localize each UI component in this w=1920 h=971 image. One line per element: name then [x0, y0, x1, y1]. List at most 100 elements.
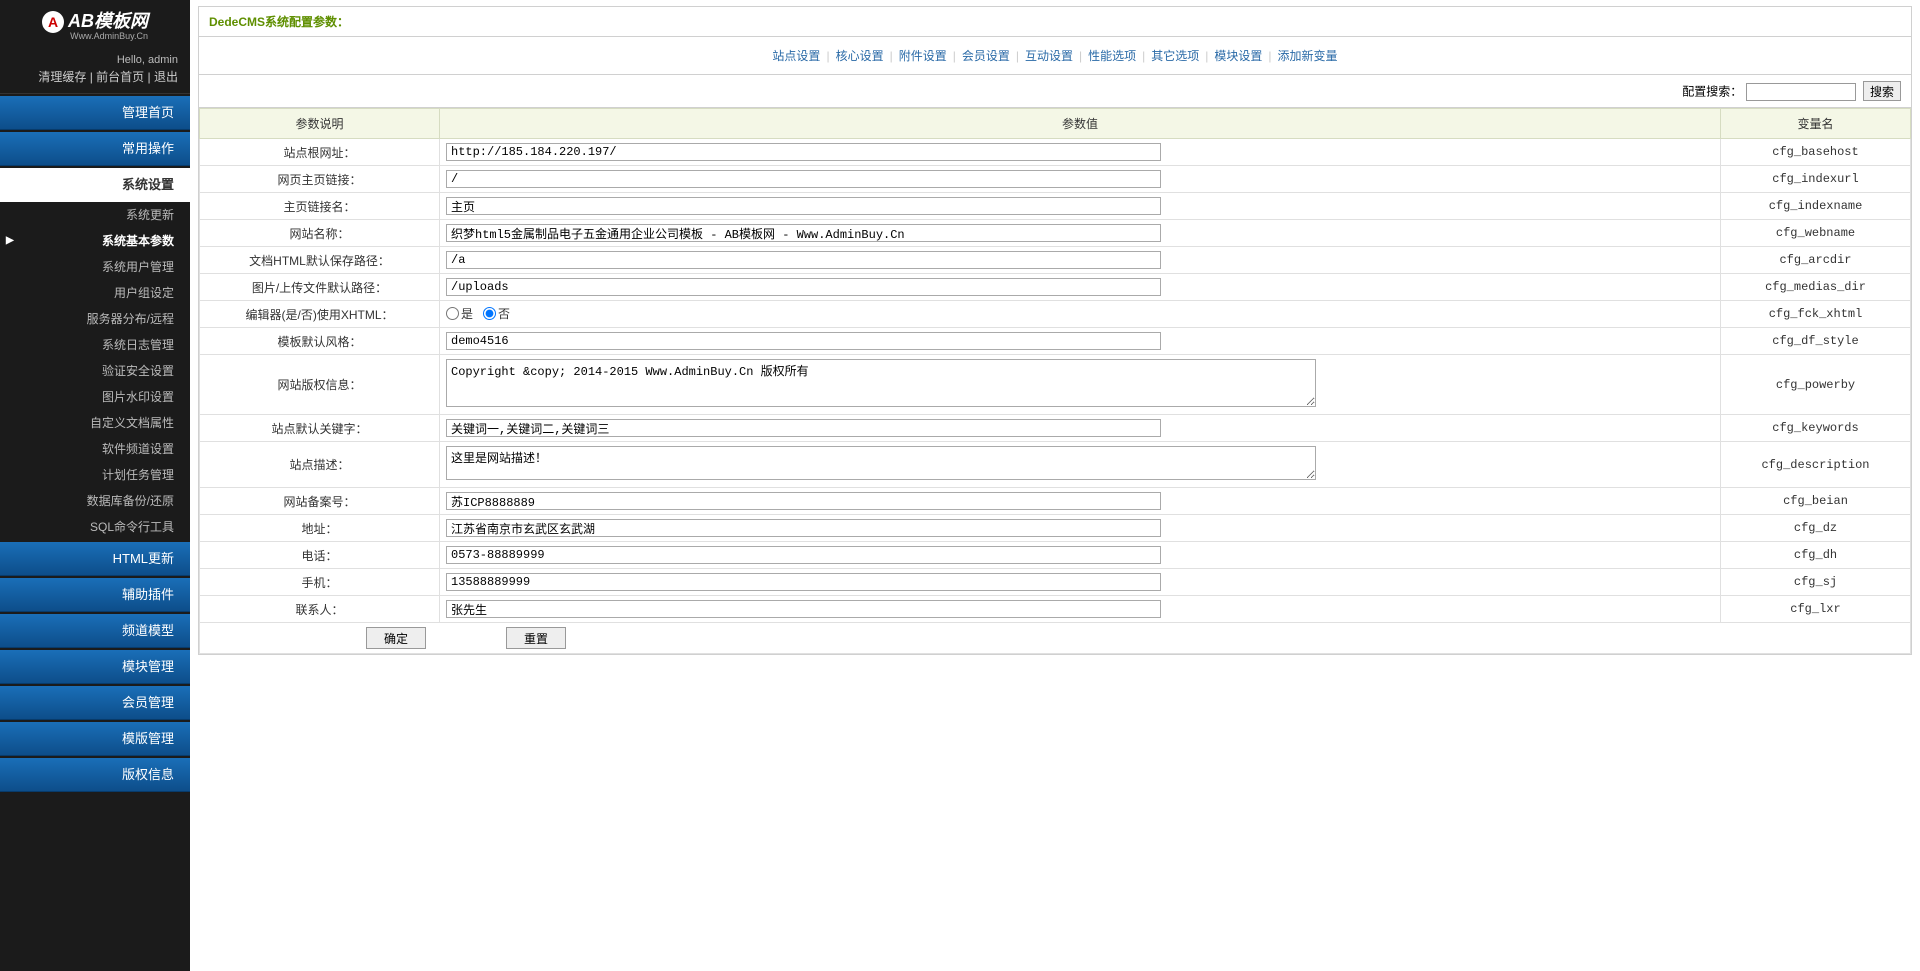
tab-5[interactable]: 性能选项 [1088, 49, 1136, 63]
param-label: 网站版权信息： [200, 355, 440, 415]
tab-4[interactable]: 互动设置 [1025, 49, 1073, 63]
table-row: 电话：cfg_dh [200, 542, 1911, 569]
sub-item-2[interactable]: ▶系统用户管理 [0, 254, 190, 280]
sub-item-7[interactable]: ▶图片水印设置 [0, 384, 190, 410]
tab-6[interactable]: 其它选项 [1151, 49, 1199, 63]
ok-button[interactable]: 确定 [366, 627, 426, 649]
param-input-cfg_medias_dir[interactable] [446, 278, 1161, 296]
nav-bottom-4[interactable]: 会员管理 [0, 686, 190, 720]
tab-1[interactable]: 核心设置 [836, 49, 884, 63]
param-value-cell [440, 596, 1721, 623]
param-value-cell [440, 515, 1721, 542]
reset-button[interactable]: 重置 [506, 627, 566, 649]
nav-bottom-0[interactable]: HTML更新 [0, 542, 190, 576]
logout-link[interactable]: 退出 [154, 70, 178, 84]
sub-item-5[interactable]: ▶系统日志管理 [0, 332, 190, 358]
button-row: 确定 重置 [200, 623, 1911, 654]
param-input-cfg_basehost[interactable] [446, 143, 1161, 161]
tab-7[interactable]: 模块设置 [1214, 49, 1262, 63]
radio-option[interactable]: 是 [446, 305, 473, 322]
col-value: 参数值 [440, 109, 1721, 139]
param-varname: cfg_medias_dir [1721, 274, 1911, 301]
param-textarea-cfg_powerby[interactable] [446, 359, 1316, 407]
tab-3[interactable]: 会员设置 [962, 49, 1010, 63]
param-input-cfg_beian[interactable] [446, 492, 1161, 510]
nav-bottom-2[interactable]: 频道模型 [0, 614, 190, 648]
param-varname: cfg_df_style [1721, 328, 1911, 355]
radio-input[interactable] [483, 307, 496, 320]
param-input-cfg_sj[interactable] [446, 573, 1161, 591]
radio-input[interactable] [446, 307, 459, 320]
table-row: 网页主页链接：cfg_indexurl [200, 166, 1911, 193]
param-input-cfg_arcdir[interactable] [446, 251, 1161, 269]
param-label: 网站备案号： [200, 488, 440, 515]
table-row: 模板默认风格： cfg_df_style [200, 328, 1911, 355]
param-varname: cfg_dz [1721, 515, 1911, 542]
panel-title: DedeCMS系统配置参数： [199, 7, 1911, 37]
param-input-cfg_webname[interactable] [446, 224, 1161, 242]
param-input-cfg_dz[interactable] [446, 519, 1161, 537]
config-search-input[interactable] [1746, 83, 1856, 101]
clear-cache-link[interactable]: 清理缓存 [38, 70, 86, 84]
sub-item-12[interactable]: ▶SQL命令行工具 [0, 514, 190, 540]
param-textarea-cfg_description[interactable] [446, 446, 1316, 480]
param-varname: cfg_beian [1721, 488, 1911, 515]
param-value-cell [440, 542, 1721, 569]
sub-item-9[interactable]: ▶软件频道设置 [0, 436, 190, 462]
param-input-cfg_indexname[interactable] [446, 197, 1161, 215]
param-input-cfg_dh[interactable] [446, 546, 1161, 564]
tab-0[interactable]: 站点设置 [772, 49, 820, 63]
tab-2[interactable]: 附件设置 [899, 49, 947, 63]
nav-bottom-6[interactable]: 版权信息 [0, 758, 190, 792]
table-row: 联系人：cfg_lxr [200, 596, 1911, 623]
param-input-cfg_keywords[interactable] [446, 419, 1161, 437]
table-row: 网站版权信息： cfg_powerby [200, 355, 1911, 415]
nav-bottom-3[interactable]: 模块管理 [0, 650, 190, 684]
param-varname: cfg_powerby [1721, 355, 1911, 415]
param-value-cell [440, 328, 1721, 355]
sub-item-10[interactable]: ▶计划任务管理 [0, 462, 190, 488]
param-input-cfg_df_style[interactable] [446, 332, 1161, 350]
logo-text: AB模板网 [68, 11, 148, 31]
param-varname: cfg_basehost [1721, 139, 1911, 166]
sub-item-11[interactable]: ▶数据库备份/还原 [0, 488, 190, 514]
param-label: 模板默认风格： [200, 328, 440, 355]
param-varname: cfg_indexname [1721, 193, 1911, 220]
nav-item-1[interactable]: 常用操作 [0, 132, 190, 166]
param-varname: cfg_dh [1721, 542, 1911, 569]
config-panel: DedeCMS系统配置参数： 站点设置|核心设置|附件设置|会员设置|互动设置|… [198, 6, 1912, 655]
sub-item-3[interactable]: ▶用户组设定 [0, 280, 190, 306]
table-row: 图片/上传文件默认路径：cfg_medias_dir [200, 274, 1911, 301]
param-value-cell [440, 415, 1721, 442]
search-button[interactable]: 搜索 [1863, 81, 1901, 101]
sub-item-1[interactable]: ▶系统基本参数 [0, 228, 190, 254]
sub-item-4[interactable]: ▶服务器分布/远程 [0, 306, 190, 332]
tab-8[interactable]: 添加新变量 [1278, 49, 1338, 63]
config-tabs: 站点设置|核心设置|附件设置|会员设置|互动设置|性能选项|其它选项|模块设置|… [199, 37, 1911, 75]
search-row: 配置搜索： 搜索 [199, 75, 1911, 108]
param-label: 编辑器(是/否)使用XHTML： [200, 301, 440, 328]
sub-item-0[interactable]: ▶系统更新 [0, 202, 190, 228]
search-label: 配置搜索： [1682, 85, 1742, 99]
param-varname: cfg_description [1721, 442, 1911, 488]
param-input-cfg_lxr[interactable] [446, 600, 1161, 618]
table-row: 手机：cfg_sj [200, 569, 1911, 596]
param-value-cell [440, 569, 1721, 596]
param-value-cell [440, 166, 1721, 193]
param-value-cell [440, 274, 1721, 301]
radio-option[interactable]: 否 [483, 305, 510, 322]
nav-bottom-1[interactable]: 辅助插件 [0, 578, 190, 612]
param-label: 地址： [200, 515, 440, 542]
nav-bottom-5[interactable]: 模版管理 [0, 722, 190, 756]
sub-item-6[interactable]: ▶验证安全设置 [0, 358, 190, 384]
col-label: 参数说明 [200, 109, 440, 139]
frontend-link[interactable]: 前台首页 [96, 70, 144, 84]
param-input-cfg_indexurl[interactable] [446, 170, 1161, 188]
nav-item-0[interactable]: 管理首页 [0, 96, 190, 130]
param-varname: cfg_lxr [1721, 596, 1911, 623]
col-var: 变量名 [1721, 109, 1911, 139]
sub-item-8[interactable]: ▶自定义文档属性 [0, 410, 190, 436]
param-value-cell [440, 220, 1721, 247]
nav-system-settings[interactable]: 系统设置 [0, 168, 190, 202]
params-table: 参数说明 参数值 变量名 站点根网址：cfg_basehost网页主页链接：cf… [199, 108, 1911, 654]
